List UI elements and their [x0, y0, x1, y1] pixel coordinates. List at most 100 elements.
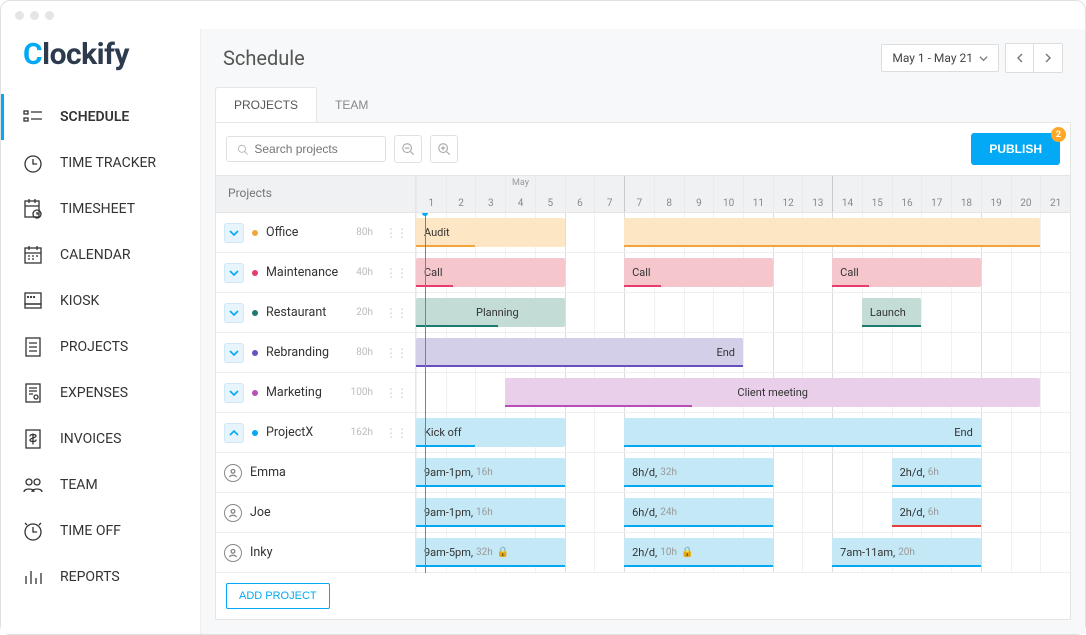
bar-label: 9am-5pm, — [424, 546, 473, 559]
timesheet-icon — [22, 198, 44, 220]
schedule-bar[interactable] — [832, 218, 1040, 247]
expand-button[interactable] — [224, 343, 244, 363]
row-timeline: Planning Launch — [416, 293, 1070, 332]
zoom-out-button[interactable] — [394, 135, 422, 163]
row-px: ProjectX162h⋮⋮Kick off End — [216, 413, 1070, 453]
bar-underline — [832, 285, 869, 287]
date-range-picker[interactable]: May 1 - May 21 — [881, 44, 999, 72]
expand-button[interactable] — [224, 423, 244, 443]
schedule-bar[interactable] — [624, 218, 832, 247]
schedule-bar[interactable]: 9am-1pm, 16h — [416, 458, 565, 487]
zoom-in-button[interactable] — [430, 135, 458, 163]
bar-underline — [892, 525, 981, 527]
drag-handle[interactable]: ⋮⋮ — [385, 386, 407, 400]
bar-label: Call — [632, 266, 651, 279]
schedule-bar[interactable]: Kick off — [416, 418, 565, 447]
schedule-bar[interactable]: Call — [832, 258, 981, 287]
project-name: Rebranding — [266, 345, 329, 360]
chevron-down-icon — [979, 54, 988, 63]
schedule-bar[interactable]: Call — [416, 258, 565, 287]
project-hours: 80h — [356, 227, 373, 238]
date-pager — [1005, 43, 1063, 73]
bar-underline — [416, 485, 565, 487]
schedule-bar[interactable]: 2h/d, 6h — [892, 498, 981, 527]
schedule-bar[interactable]: 6h/d, 24h — [624, 498, 773, 527]
nav-item-team[interactable]: TEAM — [1, 462, 200, 508]
lock-icon: 🔒 — [497, 547, 509, 558]
nav-item-kiosk[interactable]: KIOSK — [1, 278, 200, 324]
nav-item-projects[interactable]: PROJECTS — [1, 324, 200, 370]
avatar-icon — [224, 544, 242, 562]
prev-button[interactable] — [1006, 44, 1034, 72]
add-project-button[interactable]: ADD PROJECT — [226, 583, 330, 609]
schedule-bar[interactable]: 9am-1pm, 16h — [416, 498, 565, 527]
page-title: Schedule — [223, 46, 305, 70]
nav-item-reports[interactable]: REPORTS — [1, 554, 200, 600]
project-name: Restaurant — [266, 305, 326, 320]
project-color-dot — [252, 350, 258, 356]
project-hours: 100h — [351, 387, 373, 398]
row-head: Inky — [216, 533, 416, 572]
invoices-icon — [22, 428, 44, 450]
nav-label: TIMESHEET — [60, 201, 135, 217]
tab-projects[interactable]: PROJECTS — [215, 87, 317, 122]
schedule-bar[interactable]: Audit — [416, 218, 565, 247]
schedule-bar[interactable]: 2h/d, 10h🔒 — [624, 538, 773, 567]
time-off-icon — [22, 520, 44, 542]
nav-item-expenses[interactable]: EXPENSES — [1, 370, 200, 416]
drag-handle[interactable]: ⋮⋮ — [385, 346, 407, 360]
search-box — [226, 136, 386, 162]
bar-label: 8h/d, — [632, 466, 657, 479]
nav-item-time-off[interactable]: TIME OFF — [1, 508, 200, 554]
schedule-bar[interactable]: End — [624, 418, 981, 447]
bar-underline — [624, 285, 661, 287]
expand-button[interactable] — [224, 303, 244, 323]
row-rebr: Rebranding80h⋮⋮End — [216, 333, 1070, 373]
schedule-bar[interactable]: Planning — [416, 298, 565, 327]
day-column-20: 20 — [1011, 176, 1041, 212]
row-head: ProjectX162h⋮⋮ — [216, 413, 416, 452]
bar-label: 7am-11am, — [840, 546, 895, 559]
bar-sublabel: 32h — [660, 467, 677, 478]
expand-button[interactable] — [224, 383, 244, 403]
schedule-bar[interactable]: Launch — [862, 298, 921, 327]
chevron-down-icon — [229, 348, 239, 358]
schedule-bar[interactable]: 7am-11am, 20h — [832, 538, 981, 567]
bar-sublabel: 16h — [476, 467, 493, 478]
expand-button[interactable] — [224, 223, 244, 243]
nav-item-schedule[interactable]: SCHEDULE — [1, 94, 200, 140]
bar-sublabel: 20h — [898, 547, 915, 558]
nav-item-calendar[interactable]: CALENDAR — [1, 232, 200, 278]
schedule-bar[interactable]: 8h/d, 32h — [624, 458, 773, 487]
schedule-bar[interactable]: 2h/d, 6h — [892, 458, 981, 487]
nav-item-time-tracker[interactable]: TIME TRACKER — [1, 140, 200, 186]
bar-underline — [892, 485, 981, 487]
schedule-bar[interactable]: End — [416, 338, 743, 367]
drag-handle[interactable]: ⋮⋮ — [385, 266, 407, 280]
project-color-dot — [252, 310, 258, 316]
zoom-out-icon — [401, 142, 415, 156]
day-column-18: 18 — [951, 176, 981, 212]
drag-handle[interactable]: ⋮⋮ — [385, 226, 407, 240]
nav-item-timesheet[interactable]: TIMESHEET — [1, 186, 200, 232]
day-column-9: 9 — [684, 176, 714, 212]
nav-label: CALENDAR — [60, 247, 131, 263]
logo-c: C — [23, 37, 42, 72]
date-range-label: May 1 - May 21 — [892, 51, 973, 65]
drag-handle[interactable]: ⋮⋮ — [385, 426, 407, 440]
publish-button[interactable]: PUBLISH — [971, 133, 1060, 165]
row-head: Maintenance40h⋮⋮ — [216, 253, 416, 292]
project-name: Marketing — [266, 385, 322, 400]
day-column-0: 1 — [416, 176, 446, 212]
search-input[interactable] — [254, 142, 375, 156]
schedule-bar[interactable]: Call — [624, 258, 773, 287]
bar-underline — [624, 485, 773, 487]
tab-team[interactable]: TEAM — [317, 87, 386, 122]
drag-handle[interactable]: ⋮⋮ — [385, 306, 407, 320]
schedule-bar[interactable]: 9am-5pm, 32h🔒 — [416, 538, 565, 567]
next-button[interactable] — [1034, 44, 1062, 72]
expand-button[interactable] — [224, 263, 244, 283]
schedule-bar[interactable]: Client meeting — [505, 378, 1040, 407]
nav-item-invoices[interactable]: INVOICES — [1, 416, 200, 462]
zoom-in-icon — [437, 142, 451, 156]
